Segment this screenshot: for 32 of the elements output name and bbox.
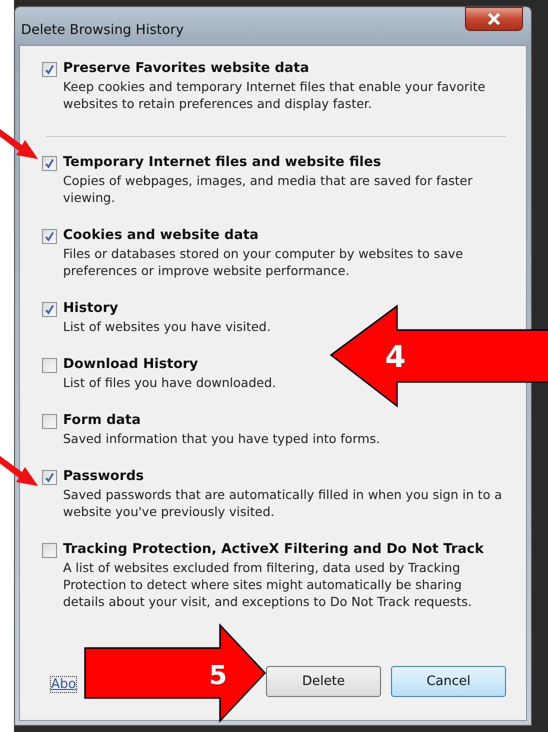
option-description: Saved passwords that are automatically filled in when you sign in to a website you've previously visited. [63,486,503,520]
option-label: Passwords [63,467,145,486]
option-description: A list of websites excluded from filtering, data used by Tracking Protection to detect where sites might automatically be sharing details about your visit, and exceptions to Do Not Track requests. [63,559,473,610]
close-icon [487,13,501,25]
option-description: List of websites you have visited. [63,318,271,335]
dialog-button[interactable]: Cancel [391,666,506,697]
option-label: Form data [63,411,142,430]
checkbox[interactable] [42,62,57,77]
checkbox[interactable] [42,302,57,317]
callout-number: 4 [385,340,406,375]
callout-number: 5 [209,661,228,691]
option-label: History [63,299,120,318]
checkbox[interactable] [42,229,57,244]
option-label: Download History [63,355,200,374]
checkbox[interactable] [42,543,57,558]
option-label: Temporary Internet files and website files [63,153,382,172]
close-button[interactable] [465,7,523,31]
checkbox[interactable] [42,156,57,171]
option-label: Preserve Favorites website data [63,59,310,78]
dialog-button[interactable]: Delete [266,666,381,697]
option-description: List of files you have downloaded. [63,374,276,391]
about-link[interactable]: Abo [50,676,78,693]
window-title: Delete Browsing History [21,22,184,38]
option-description: Copies of webpages, images, and media that are saved for faster viewing. [63,172,474,206]
option-label: Tracking Protection, ActiveX Filtering and Do Not Track [63,540,485,559]
checkbox[interactable] [42,358,57,373]
option-description: Keep cookies and temporary Internet files that enable your favorite websites to retain preferences and display faster. [63,78,486,112]
option-description: Saved information that you have typed into forms. [63,430,380,447]
option-label: Cookies and website data [63,226,260,245]
checkbox[interactable] [42,470,57,485]
option-description: Files or databases stored on your computer by websites to save preferences or improve website performance. [63,245,464,279]
checkbox[interactable] [42,414,57,429]
